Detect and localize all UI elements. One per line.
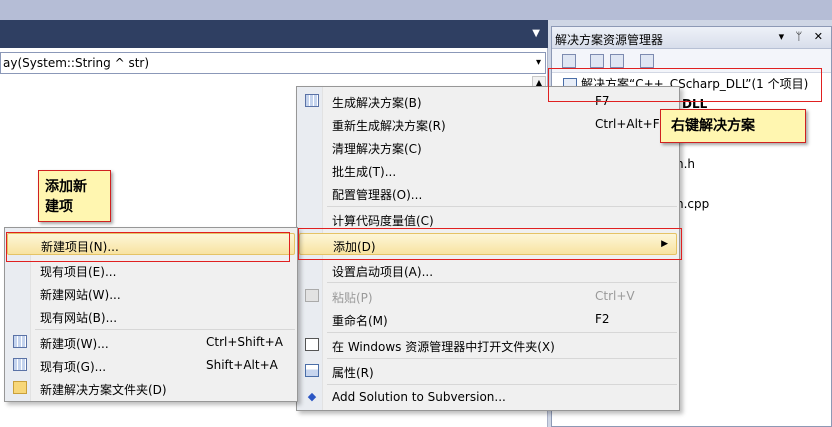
highlight-new-project — [6, 232, 290, 262]
show-all-files-icon[interactable] — [590, 54, 604, 68]
properties-icon[interactable] — [640, 54, 654, 68]
menu-item-code-metrics[interactable]: 计算代码度量值(C) — [299, 208, 677, 230]
existing-item-icon — [13, 358, 27, 371]
highlight-solution-node — [548, 68, 822, 102]
menu-item-clean[interactable]: 清理解决方案(C) — [299, 136, 677, 158]
callout-line-2: 建项 — [45, 199, 73, 215]
menu-separator — [35, 329, 295, 330]
callout-right-click: 右键解决方案 — [660, 109, 806, 143]
member-dropdown[interactable]: ay(System::String ^ str) ▾ — [0, 52, 546, 74]
menu-item-set-startup[interactable]: 设置启动项目(A)... — [299, 259, 677, 281]
properties-icon — [305, 364, 319, 377]
file-node-cpp[interactable]: n.cpp — [676, 197, 709, 211]
menu-item-new-item[interactable]: 新建项(W)... Ctrl+Shift+A — [7, 331, 295, 353]
menu-item-add-to-subversion[interactable]: ◆ Add Solution to Subversion... — [299, 386, 677, 408]
menu-item-batch-build[interactable]: 批生成(T)... — [299, 159, 677, 181]
menu-item-open-in-explorer[interactable]: 在 Windows 资源管理器中打开文件夹(X) — [299, 334, 677, 356]
callout-line-1: 添加新 — [45, 179, 87, 195]
menu-item-rebuild[interactable]: 重新生成解决方案(R) Ctrl+Alt+F7 — [299, 113, 677, 135]
title-strip — [0, 0, 832, 20]
callout-add-new-item: 添加新 建项 — [38, 170, 111, 222]
document-tab-bar: ▼ — [0, 20, 548, 48]
open-folder-icon — [305, 338, 319, 351]
paste-icon — [305, 289, 319, 302]
solution-explorer-titlebar: 解决方案资源管理器 ▾ ᛘ ✕ — [552, 27, 831, 49]
menu-separator — [327, 384, 677, 385]
solution-explorer-title: 解决方案资源管理器 — [555, 33, 664, 47]
menu-item-new-website[interactable]: 新建网站(W)... — [7, 282, 295, 304]
window-buttons[interactable]: ▾ ᛘ ✕ — [779, 30, 827, 43]
folder-icon — [13, 381, 27, 394]
menu-separator — [327, 332, 677, 333]
refresh-icon[interactable] — [562, 54, 576, 68]
tab-dropdown-icon[interactable]: ▼ — [532, 28, 540, 39]
menu-item-config-manager[interactable]: 配置管理器(O)... — [299, 182, 677, 204]
menu-item-existing-item[interactable]: 现有项(G)... Shift+Alt+A — [7, 354, 295, 376]
menu-item-rename[interactable]: 重命名(M) F2 — [299, 308, 677, 330]
member-signature: ay(System::String ^ str) — [3, 56, 150, 70]
folder-icon[interactable] — [610, 54, 624, 68]
menu-separator — [327, 206, 677, 207]
build-icon — [305, 94, 319, 107]
subversion-icon: ◆ — [307, 390, 317, 403]
highlight-add-item — [298, 228, 682, 260]
chevron-down-icon[interactable]: ▾ — [536, 57, 541, 68]
menu-item-existing-website[interactable]: 现有网站(B)... — [7, 305, 295, 327]
new-item-icon — [13, 335, 27, 348]
menu-item-existing-project[interactable]: 现有项目(E)... — [7, 259, 295, 281]
menu-item-properties[interactable]: 属性(R) — [299, 360, 677, 382]
menu-separator — [327, 282, 677, 283]
menu-item-new-solution-folder[interactable]: 新建解决方案文件夹(D) — [7, 377, 295, 399]
menu-separator — [327, 358, 677, 359]
menu-item-paste: 粘贴(P) Ctrl+V — [299, 285, 677, 307]
